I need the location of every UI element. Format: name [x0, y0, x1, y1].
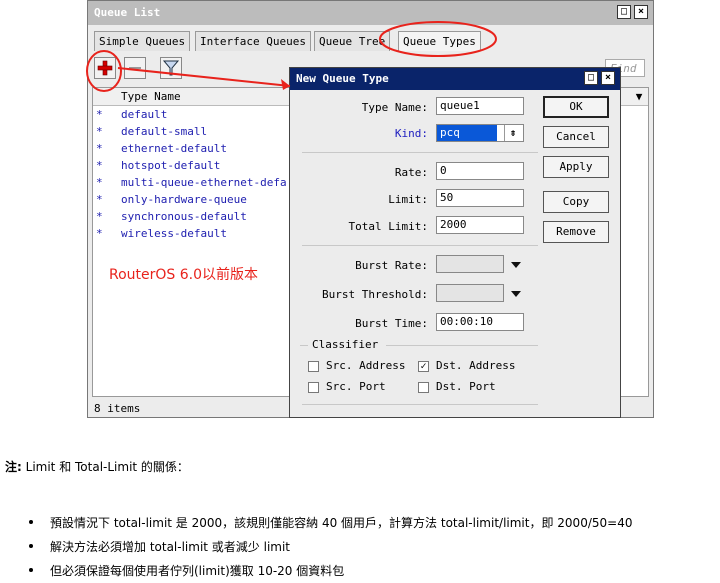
row-name: wireless-default: [121, 227, 227, 240]
limit-label: Limit:: [388, 193, 428, 206]
dst-port-label: Dst. Port: [436, 380, 496, 393]
note-heading-text: Limit 和 Total-Limit 的關係：: [21, 460, 189, 474]
dialog-title: New Queue Type: [296, 72, 389, 85]
dialog-titlebar: New Queue Type □ ×: [290, 68, 620, 90]
burst-threshold-label: Burst Threshold:: [322, 288, 428, 301]
ok-button[interactable]: OK: [543, 96, 609, 118]
row-flag: *: [96, 108, 103, 121]
row-name: hotspot-default: [121, 159, 221, 172]
total-limit-label: Total Limit:: [348, 220, 428, 233]
dialog-close-button[interactable]: ×: [601, 71, 615, 85]
plus-icon: [97, 60, 113, 76]
bullet-dot: [29, 544, 33, 548]
burst-threshold-dropdown-icon[interactable]: [511, 291, 521, 297]
apply-button[interactable]: Apply: [543, 156, 609, 178]
remove-button[interactable]: [124, 57, 146, 79]
burst-threshold-input[interactable]: [436, 284, 504, 302]
burst-time-input[interactable]: 00:00:10: [436, 313, 524, 331]
separator: [302, 404, 538, 405]
burst-time-label: Burst Time:: [355, 317, 428, 330]
src-address-label: Src. Address: [326, 359, 406, 372]
kind-dropdown-icon[interactable]: ⇟: [504, 125, 521, 141]
type-name-input[interactable]: queue1: [436, 97, 524, 115]
kind-selected-value: pcq: [437, 125, 497, 141]
row-name: default-small: [121, 125, 208, 138]
list-item: 解決方法必須增加 total-limit 或者減少 limit: [29, 538, 290, 555]
note-bullet-text: 預設情況下 total-limit 是 2000，該規則僅能容納 40 個用戶，…: [50, 516, 633, 530]
filter-button[interactable]: [160, 57, 182, 79]
bullet-dot: [29, 568, 33, 572]
rate-input[interactable]: 0: [436, 162, 524, 180]
row-flag: *: [96, 210, 103, 223]
separator: [302, 245, 538, 246]
cancel-button[interactable]: Cancel: [543, 126, 609, 148]
note-heading-bold: 注:: [5, 460, 22, 474]
remove-button[interactable]: Remove: [543, 221, 609, 243]
note-bullet-text: 但必須保證每個使用者佇列(limit)獲取 10-20 個資料包: [50, 564, 345, 578]
src-address-checkbox[interactable]: [308, 361, 319, 372]
new-queue-type-dialog: New Queue Type □ × Type Name: queue1 Kin…: [289, 67, 621, 418]
copy-button[interactable]: Copy: [543, 191, 609, 213]
row-name: ethernet-default: [121, 142, 227, 155]
dst-port-checkbox[interactable]: [418, 382, 429, 393]
maximize-button[interactable]: □: [617, 5, 631, 19]
tab-queue-tree[interactable]: Queue Tree: [314, 31, 391, 51]
row-name: synchronous-default: [121, 210, 247, 223]
row-flag: *: [96, 193, 103, 206]
burst-rate-input[interactable]: [436, 255, 504, 273]
queue-list-title: Queue List: [94, 6, 161, 19]
dialog-maximize-button[interactable]: □: [584, 71, 598, 85]
src-port-checkbox[interactable]: [308, 382, 319, 393]
src-port-label: Src. Port: [326, 380, 386, 393]
tab-queue-types[interactable]: Queue Types: [398, 31, 481, 51]
bullet-dot: [29, 520, 33, 524]
row-name: default: [121, 108, 168, 121]
kind-label: Kind:: [394, 127, 428, 140]
status-bar: 8 items: [94, 402, 141, 415]
add-button[interactable]: [94, 57, 116, 79]
type-name-label: Type Name:: [361, 101, 428, 114]
burst-rate-label: Burst Rate:: [355, 259, 428, 272]
limit-input[interactable]: 50: [436, 189, 524, 207]
row-flag: *: [96, 125, 103, 138]
total-limit-input[interactable]: 2000: [436, 216, 524, 234]
tab-interface-queues[interactable]: Interface Queues: [195, 31, 311, 51]
classifier-border: [386, 345, 538, 346]
column-dropdown-icon[interactable]: ▼: [632, 88, 646, 105]
column-type-name[interactable]: Type Name: [121, 88, 181, 105]
row-name: multi-queue-ethernet-defa: [121, 176, 287, 189]
dst-address-label: Dst. Address: [436, 359, 516, 372]
row-name: only-hardware-queue: [121, 193, 247, 206]
close-button[interactable]: ×: [634, 5, 648, 19]
list-item: 預設情況下 total-limit 是 2000，該規則僅能容納 40 個用戶，…: [29, 514, 632, 531]
filter-icon: [162, 60, 180, 76]
tab-simple-queues[interactable]: Simple Queues: [94, 31, 191, 51]
kind-select[interactable]: pcq ⇟: [436, 124, 524, 142]
minus-icon: [129, 67, 141, 69]
dst-address-checkbox[interactable]: ✓: [418, 361, 429, 372]
classifier-legend: Classifier: [312, 338, 379, 351]
routeros-version-note: RouterOS 6.0以前版本: [109, 267, 259, 283]
list-item: 但必須保證每個使用者佇列(limit)獲取 10-20 個資料包: [29, 562, 344, 579]
row-flag: *: [96, 142, 103, 155]
note-bullet-text: 解決方法必須增加 total-limit 或者減少 limit: [50, 540, 291, 554]
row-flag: *: [96, 159, 103, 172]
burst-rate-dropdown-icon[interactable]: [511, 262, 521, 268]
note-heading: 注: Limit 和 Total-Limit 的關係：: [5, 458, 189, 475]
separator: [302, 152, 538, 153]
row-flag: *: [96, 176, 103, 189]
classifier-border: [300, 345, 308, 346]
row-flag: *: [96, 227, 103, 240]
queue-list-titlebar: Queue List □ ×: [88, 1, 653, 25]
rate-label: Rate:: [394, 166, 428, 179]
